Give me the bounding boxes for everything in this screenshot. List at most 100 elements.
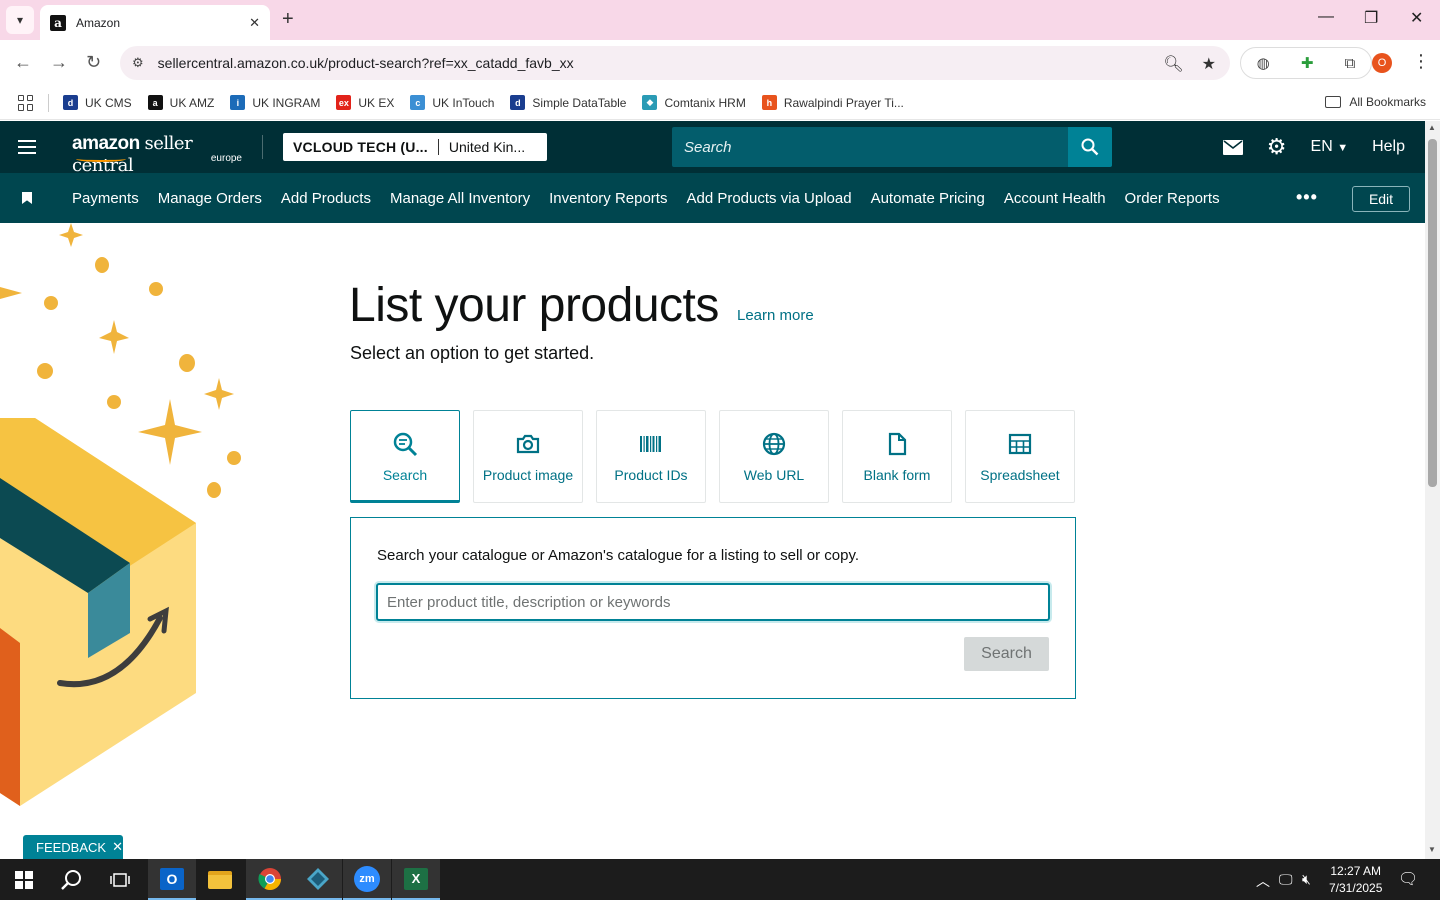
forward-arrow-icon[interactable]: → [50,52,68,73]
page-scrollbar[interactable]: ▲ ▼ [1425,121,1440,859]
windows-start-icon[interactable] [0,859,48,900]
bookmark-favicon-icon: d [510,95,526,110]
nav-item[interactable]: Payments [72,190,139,207]
translate-globe-icon[interactable]: ◍ [1257,54,1270,72]
zoom-icon[interactable]: 🔍︎ [1163,54,1183,74]
option-product-ids[interactable]: Product IDs [596,410,706,503]
outlook-icon[interactable]: O [148,859,196,900]
bookmark-favicon-icon: i [230,95,246,110]
taskbar-clock[interactable]: 12:27 AM 7/31/2025 [1329,863,1382,897]
tab-title: Amazon [76,15,121,30]
globe-icon [762,432,786,456]
zoom-app-icon[interactable]: zm [343,859,391,900]
profile-avatar[interactable]: O [1372,53,1392,73]
bookmark-item[interactable]: i UK INGRAM [230,95,320,110]
help-link[interactable]: Help [1372,138,1405,156]
back-arrow-icon[interactable]: ← [14,52,32,73]
hamburger-menu-icon[interactable] [18,140,36,154]
extension-plus-icon[interactable]: ✚ [1301,54,1314,72]
tray-chevron-up-icon[interactable]: ︿ [1256,871,1270,891]
bookmark-icon[interactable] [22,192,32,204]
extensions-puzzle-icon[interactable]: ⧉ [1345,55,1356,72]
bookmark-favicon-icon: a [147,95,163,110]
taskbar-search-icon[interactable] [48,859,96,900]
bookmark-item[interactable]: c UK InTouch [410,95,494,110]
nav-item[interactable]: Order Reports [1125,190,1220,207]
all-bookmarks-label: All Bookmarks [1349,95,1426,109]
browser-tab-amazon[interactable]: a Amazon ✕ [40,5,270,40]
edit-nav-button[interactable]: Edit [1352,186,1410,212]
excel-icon[interactable]: X [392,859,440,900]
bookmark-item[interactable]: ◆ Comtanix HRM [642,95,746,110]
bookmark-favicon-icon: h [761,95,777,110]
network-icon[interactable]: 🖵︎ [1279,871,1293,888]
apps-grid-icon[interactable] [18,94,34,111]
option-label: Web URL [743,467,805,483]
address-bar[interactable]: ⚙ sellercentral.amazon.co.uk/product-sea… [120,46,1230,80]
more-options-icon[interactable]: ••• [1296,187,1318,208]
bookmark-item[interactable]: h Rawalpindi Prayer Ti... [761,95,904,110]
nav-item[interactable]: Add Products [281,190,371,207]
tab-search-chevron-icon[interactable]: ▾ [6,6,34,34]
product-search-input[interactable] [376,583,1050,621]
mail-icon[interactable] [1222,139,1243,155]
restore-icon[interactable]: ❐ [1364,8,1378,28]
volume-muted-icon[interactable]: 🔇︎ [1302,871,1311,888]
feedback-button[interactable]: FEEDBACK ✕ [23,835,123,859]
logo-region: europe [210,153,242,164]
header-search-input[interactable]: Search [672,127,1068,167]
option-label: Product IDs [614,467,688,483]
app-diamond-icon[interactable] [294,859,342,900]
browser-menu-icon[interactable]: ⋮ [1412,51,1430,72]
option-blank-form[interactable]: Blank form [842,410,952,503]
bookmark-item[interactable]: d Simple DataTable [510,95,626,110]
scroll-down-icon[interactable]: ▼ [1428,845,1436,854]
bookmark-label: UK AMZ [169,95,215,110]
bookmark-item[interactable]: d UK CMS [63,95,132,110]
header-search-button[interactable] [1068,127,1112,167]
all-bookmarks[interactable]: All Bookmarks [1325,95,1426,109]
settings-gear-icon[interactable]: ⚙ [1267,134,1287,160]
option-web-url[interactable]: Web URL [719,410,829,503]
search-button[interactable]: Search [964,637,1049,671]
option-search[interactable]: Search [350,410,460,503]
bookmark-label: Simple DataTable [532,95,627,110]
option-label: Search [382,467,428,483]
notifications-icon[interactable]: 🗨︎ [1398,869,1418,889]
marketplace-name: United Kin... [448,139,526,155]
search-catalogue-panel: Search your catalogue or Amazon's catalo… [350,517,1076,699]
nav-item[interactable]: Add Products via Upload [686,190,851,207]
option-label: Blank form [863,467,931,483]
tab-close-icon[interactable]: ✕ [249,15,260,31]
window-close-icon[interactable]: ✕ [1410,8,1423,28]
bookmark-favicon-icon: c [410,95,426,110]
task-view-icon[interactable] [96,859,144,900]
url-text[interactable]: sellercentral.amazon.co.uk/product-searc… [158,55,574,71]
scroll-thumb[interactable] [1428,139,1437,487]
chrome-icon[interactable] [246,859,294,900]
option-product-image[interactable]: Product image [473,410,583,503]
panel-description: Search your catalogue or Amazon's catalo… [377,547,860,564]
nav-item[interactable]: Manage All Inventory [390,190,530,207]
bookmark-star-icon[interactable]: ★ [1202,54,1216,74]
navigation-bar: Payments Manage Orders Add Products Manage … [0,173,1425,223]
nav-item[interactable]: Account Health [1004,190,1106,207]
option-spreadsheet[interactable]: Spreadsheet [965,410,1075,503]
nav-item[interactable]: Manage Orders [158,190,262,207]
feedback-close-icon[interactable]: ✕ [112,839,123,855]
new-tab-plus-icon[interactable]: + [282,8,294,31]
learn-more-link[interactable]: Learn more [737,307,814,324]
site-settings-icon[interactable]: ⚙ [132,55,144,71]
nav-item[interactable]: Automate Pricing [871,190,985,207]
reload-icon[interactable]: ↻ [86,52,101,73]
seller-central-logo[interactable]: amazon seller central europe [72,130,248,176]
file-explorer-icon[interactable] [196,859,244,900]
minimize-icon[interactable]: — [1318,8,1334,26]
bookmark-item[interactable]: ex UK EX [336,95,394,110]
bookmark-item[interactable]: a UK AMZ [147,95,215,110]
account-switcher[interactable]: VCLOUD TECH (U... United Kin... [283,133,547,161]
language-selector[interactable]: EN ▼ [1311,138,1349,156]
nav-item[interactable]: Inventory Reports [549,190,667,207]
scroll-up-icon[interactable]: ▲ [1428,123,1436,132]
option-label: Product image [482,467,574,483]
